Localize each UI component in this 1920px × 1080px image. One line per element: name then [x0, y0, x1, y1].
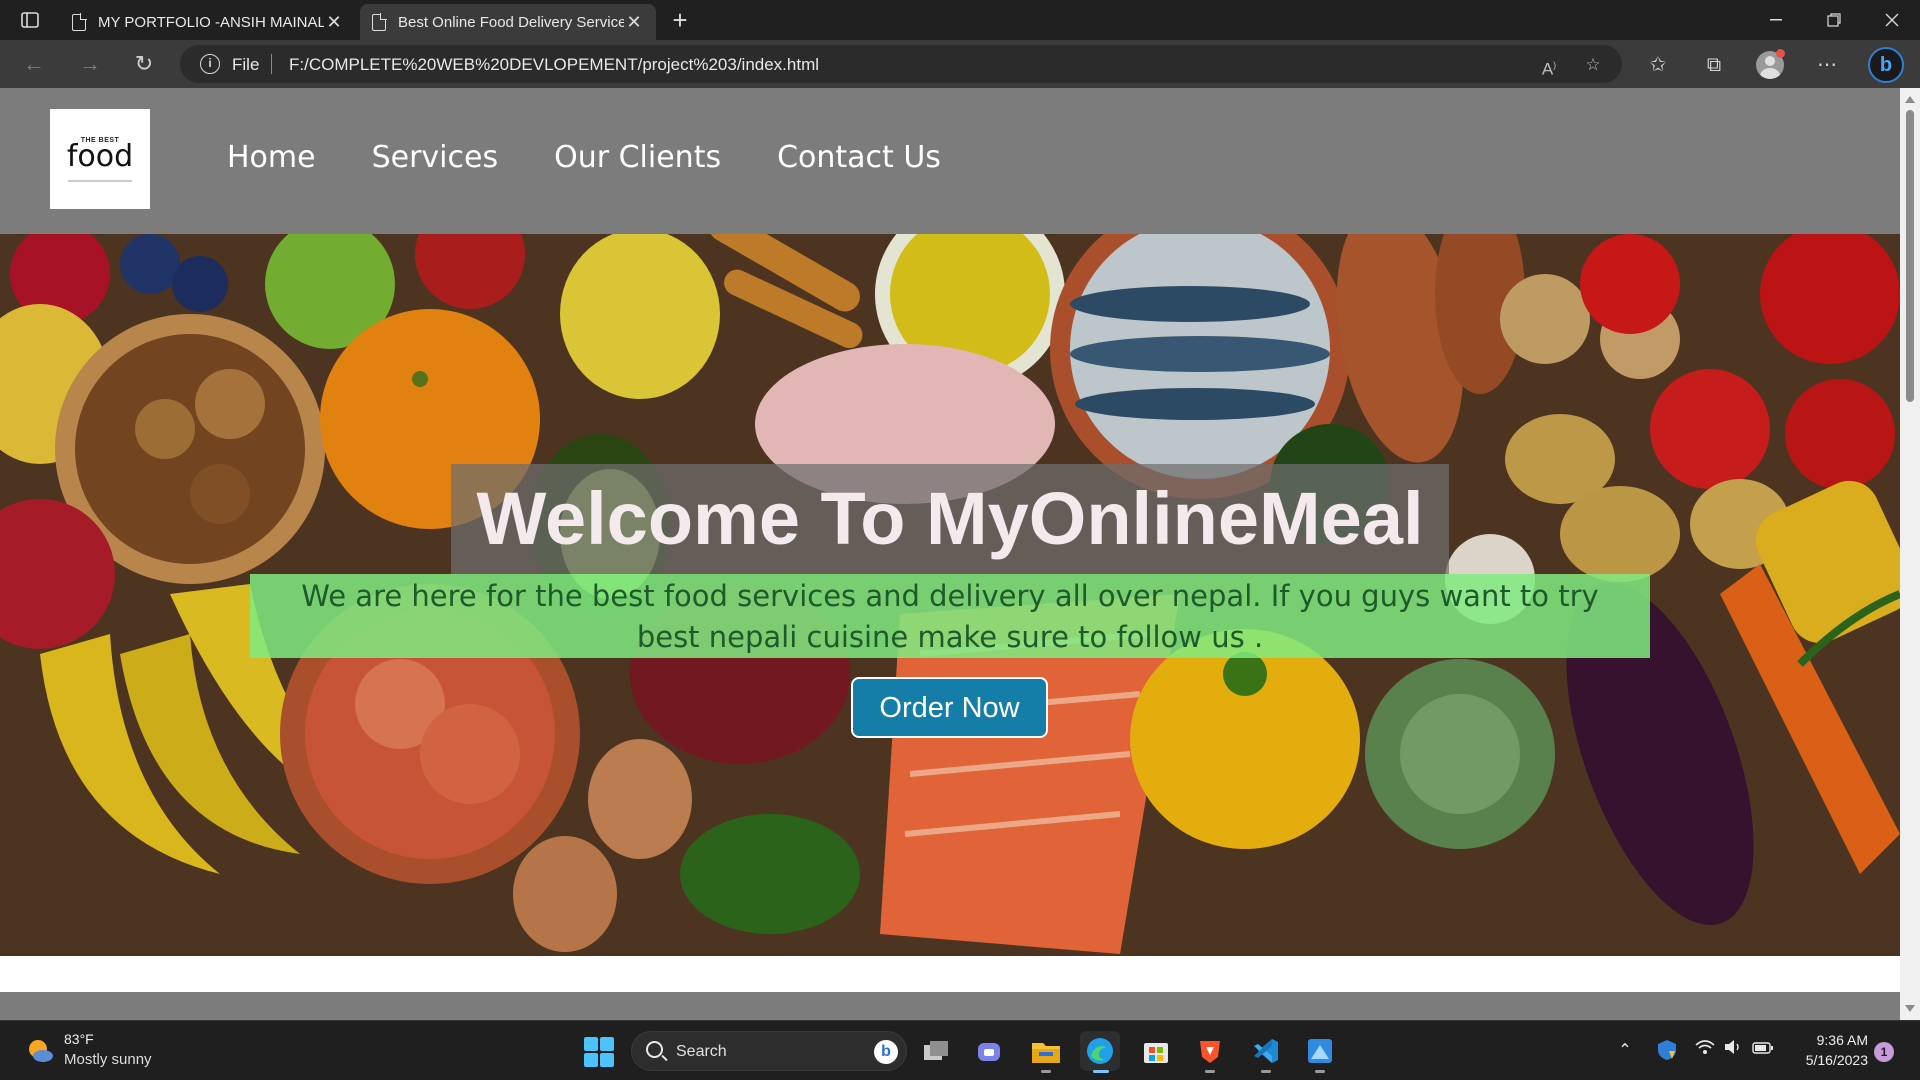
nav-services[interactable]: Services — [372, 140, 499, 175]
weather-temperature[interactable]: 83°F — [64, 1031, 94, 1047]
add-favorite-icon[interactable]: ☆ — [1580, 52, 1606, 78]
security-shield-icon[interactable] — [1656, 1039, 1678, 1063]
volume-icon[interactable] — [1722, 1039, 1744, 1063]
close-tab-icon[interactable]: ✕ — [624, 12, 644, 33]
new-tab-button[interactable]: + — [664, 6, 696, 36]
windows-taskbar: 83°F Mostly sunny Search b ⌃ 9:36 AM 5/1… — [0, 1020, 1920, 1080]
clock-date[interactable]: 5/16/2023 — [1790, 1052, 1868, 1068]
vscode-icon[interactable] — [1246, 1031, 1286, 1073]
show-hidden-icons-icon[interactable]: ⌃ — [1614, 1039, 1636, 1063]
address-bar[interactable]: i File F:/COMPLETE%20WEB%20DEVLOPEMENT/p… — [180, 45, 1622, 83]
close-window-button[interactable] — [1864, 0, 1920, 40]
restore-button[interactable] — [1806, 0, 1862, 40]
tab-food-delivery[interactable]: Best Online Food Delivery Service ✕ — [360, 4, 656, 40]
tab-actions-icon[interactable] — [14, 8, 46, 32]
nav-contact-us[interactable]: Contact Us — [777, 140, 941, 175]
start-icon[interactable] — [584, 1037, 614, 1067]
close-tab-icon[interactable]: ✕ — [324, 12, 344, 33]
refresh-icon[interactable]: ↻ — [126, 48, 162, 80]
nav-home[interactable]: Home — [227, 140, 316, 175]
page-scrollbar[interactable] — [1900, 88, 1920, 1020]
read-aloud-icon[interactable]: A) — [1536, 52, 1562, 79]
teams-icon[interactable] — [970, 1031, 1010, 1071]
info-icon[interactable]: i — [200, 54, 220, 74]
page-icon — [372, 12, 387, 31]
hero-section: Welcome To MyOnlineMeal We are here for … — [0, 234, 1900, 956]
logo-divider — [68, 179, 132, 182]
more-options-icon[interactable]: ⋯ — [1813, 52, 1841, 78]
favorites-icon[interactable]: ✩ — [1644, 52, 1672, 78]
section-spacer — [0, 956, 1900, 992]
order-now-button[interactable]: Order Now — [851, 677, 1048, 738]
hero-title: Welcome To MyOnlineMeal — [451, 464, 1449, 574]
url-text[interactable]: F:/COMPLETE%20WEB%20DEVLOPEMENT/project%… — [289, 55, 819, 75]
divider — [271, 54, 272, 74]
taskbar-search[interactable]: Search b — [631, 1031, 907, 1071]
browser-titlebar: MY PORTFOLIO -ANSIH MAINALI ✕ Best Onlin… — [0, 0, 1920, 40]
tab-portfolio[interactable]: MY PORTFOLIO -ANSIH MAINALI ✕ — [60, 4, 356, 40]
hero-description: We are here for the best food services a… — [250, 574, 1650, 658]
weather-description[interactable]: Mostly sunny — [64, 1051, 152, 1068]
file-explorer-icon[interactable] — [1026, 1031, 1066, 1073]
main-nav: Home Services Our Clients Contact Us — [227, 140, 997, 175]
collections-icon[interactable]: ⧉ — [1700, 52, 1728, 78]
profile-badge — [1776, 49, 1785, 58]
scroll-down-icon[interactable] — [1905, 1005, 1915, 1012]
weather-sunny-icon[interactable] — [26, 1037, 54, 1065]
page-icon — [72, 12, 87, 31]
task-view-icon[interactable] — [916, 1031, 956, 1071]
logo-wordmark: food — [66, 138, 134, 174]
scroll-thumb[interactable] — [1906, 110, 1914, 402]
page-viewport: THE BEST food Home Services Our Clients … — [0, 88, 1900, 1020]
clock-time[interactable]: 9:36 AM — [1790, 1032, 1868, 1048]
site-logo[interactable]: THE BEST food — [50, 109, 150, 209]
browser-toolbar: ← → ↻ i File F:/COMPLETE%20WEB%20DEVLOPE… — [0, 40, 1920, 88]
minimize-button[interactable] — [1748, 0, 1804, 40]
bing-chat-icon[interactable]: b — [1868, 47, 1904, 83]
forward-icon[interactable]: → — [72, 48, 108, 80]
store-icon[interactable] — [1136, 1031, 1176, 1071]
bing-icon[interactable]: b — [874, 1040, 898, 1064]
paint-icon[interactable] — [1300, 1031, 1340, 1073]
search-icon — [646, 1041, 663, 1058]
wifi-icon[interactable] — [1694, 1039, 1716, 1063]
scroll-up-icon[interactable] — [1905, 96, 1915, 103]
tab-label: Best Online Food Delivery Service — [398, 13, 624, 31]
battery-icon[interactable] — [1752, 1039, 1774, 1063]
next-section-strip — [0, 992, 1900, 1020]
site-header: THE BEST food Home Services Our Clients … — [0, 88, 1900, 234]
edge-icon[interactable] — [1080, 1031, 1120, 1073]
scheme-label: File — [232, 55, 260, 74]
notification-badge[interactable]: 1 — [1874, 1042, 1894, 1062]
tab-label: MY PORTFOLIO -ANSIH MAINALI — [98, 13, 324, 31]
back-icon[interactable]: ← — [16, 48, 52, 80]
search-placeholder: Search — [676, 1043, 727, 1060]
nav-our-clients[interactable]: Our Clients — [554, 140, 721, 175]
brave-icon[interactable] — [1190, 1031, 1230, 1073]
